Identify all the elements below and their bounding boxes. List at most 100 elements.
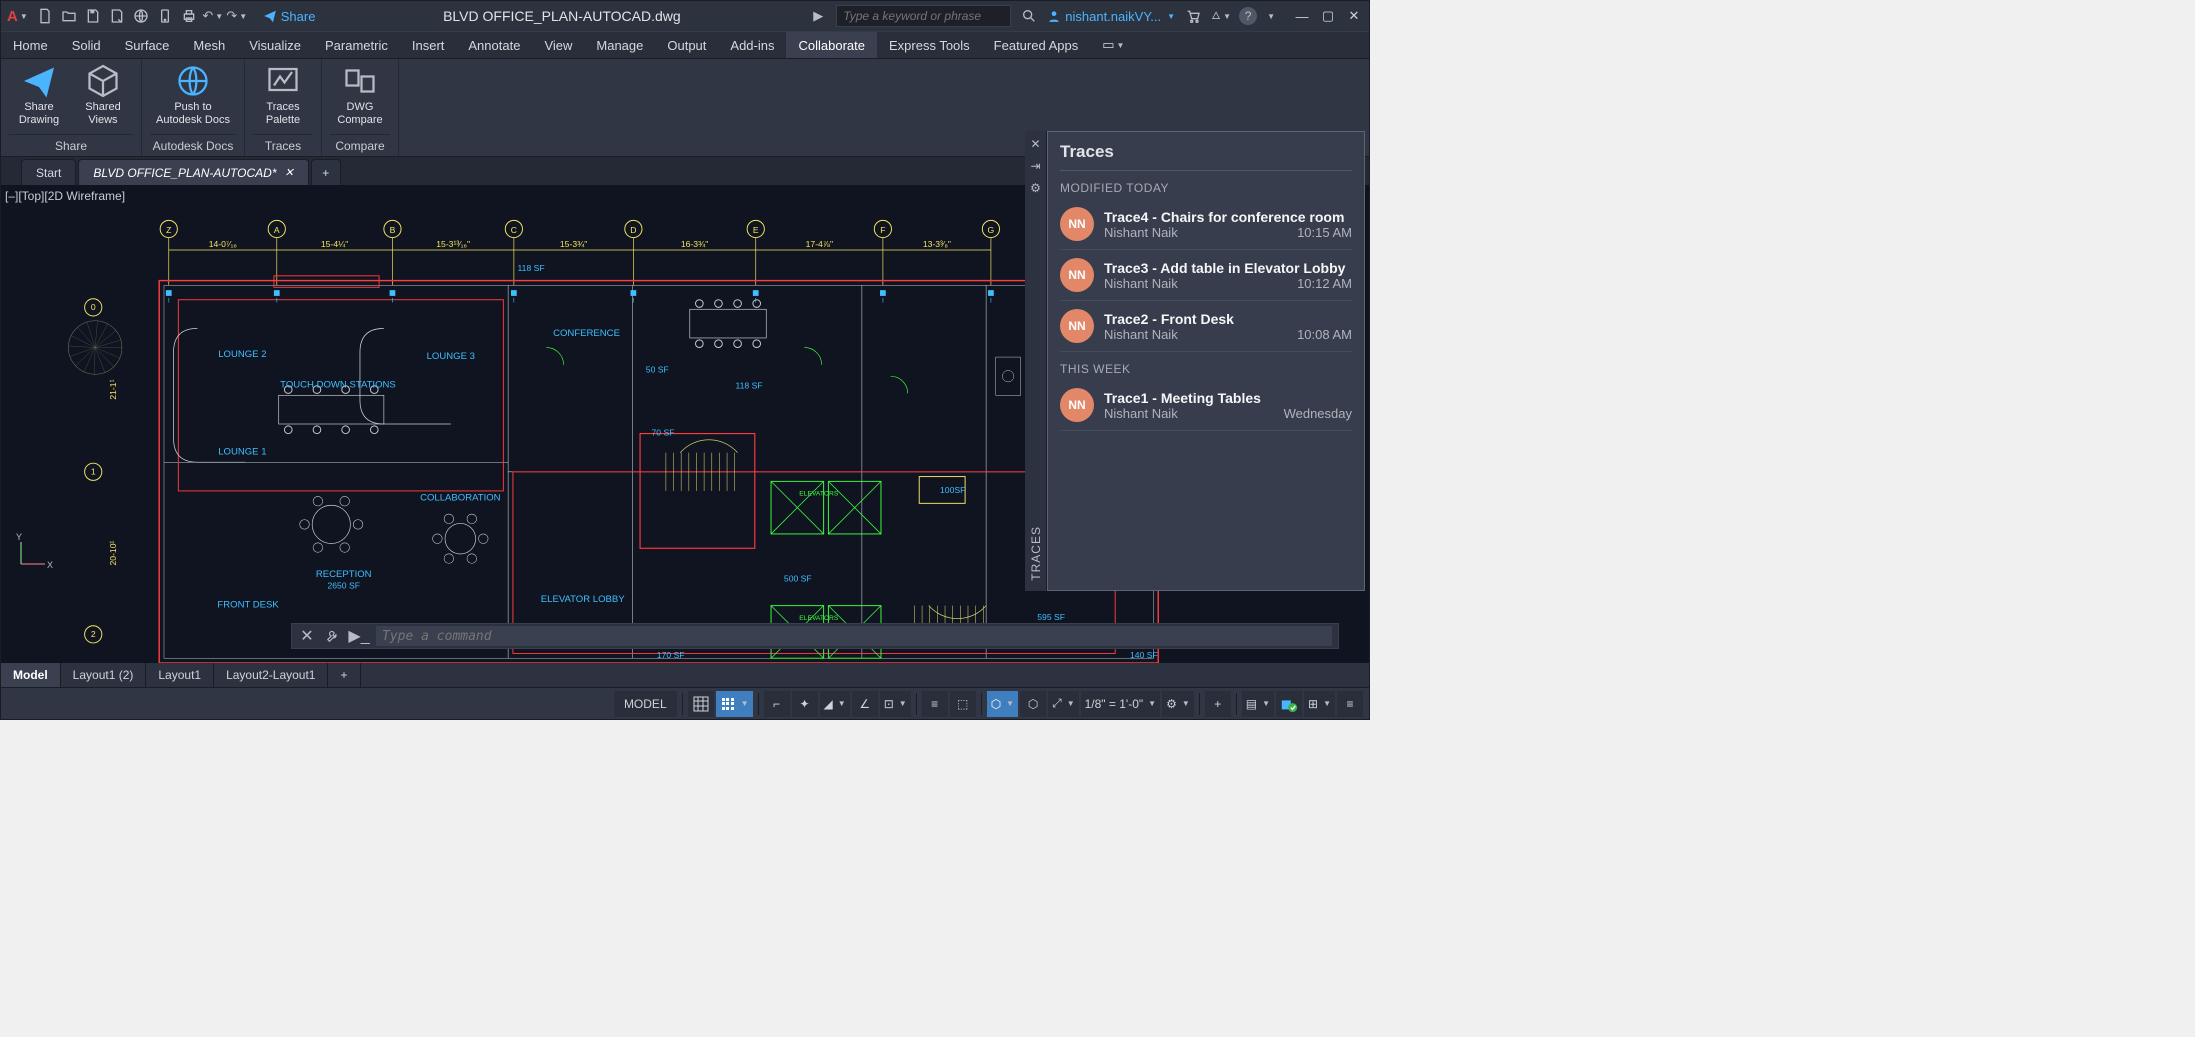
command-wrench-icon[interactable] bbox=[324, 627, 342, 645]
doc-tab-add[interactable]: + bbox=[311, 159, 341, 185]
web-icon[interactable] bbox=[131, 6, 151, 26]
status-quick-props-icon[interactable]: ▤▼ bbox=[1242, 691, 1274, 717]
status-model[interactable]: MODEL bbox=[614, 691, 677, 717]
status-transparency-icon[interactable]: ⬚ bbox=[950, 691, 976, 717]
doc-tab[interactable]: BLVD OFFICE_PLAN-AUTOCAD*✕ bbox=[78, 159, 308, 185]
status-menu-icon[interactable]: ≡ bbox=[1337, 691, 1363, 717]
layout-tab-add[interactable]: + bbox=[328, 663, 360, 687]
mobile-icon[interactable] bbox=[155, 6, 175, 26]
new-icon[interactable] bbox=[35, 6, 55, 26]
trace-title: Trace4 - Chairs for conference room bbox=[1104, 209, 1352, 225]
status-lineweight-icon[interactable]: ≡ bbox=[922, 691, 948, 717]
status-dynamic-ucs-icon[interactable]: ⬡ bbox=[1020, 691, 1046, 717]
status-angle-icon[interactable]: ∠ bbox=[852, 691, 878, 717]
menu-item-solid[interactable]: Solid bbox=[60, 32, 113, 58]
autocad-logo[interactable]: A▼ bbox=[7, 8, 28, 25]
trace-item[interactable]: NN Trace2 - Front Desk Nishant Naik10:08… bbox=[1060, 301, 1352, 352]
ribbon-btn-dwg[interactable]: DWGCompare bbox=[330, 63, 390, 134]
ribbon-group-title: Autodesk Docs bbox=[150, 134, 236, 156]
status-gear-icon[interactable]: ⚙▼ bbox=[1162, 691, 1194, 717]
ribbon-btn-share[interactable]: ShareDrawing bbox=[9, 63, 69, 134]
menu-item-visualize[interactable]: Visualize bbox=[237, 32, 313, 58]
menu-item-home[interactable]: Home bbox=[1, 32, 60, 58]
menu-item-add-ins[interactable]: Add-ins bbox=[718, 32, 786, 58]
status-trusted-icon[interactable] bbox=[1276, 691, 1302, 717]
menu-item-insert[interactable]: Insert bbox=[400, 32, 457, 58]
layout-tab[interactable]: Layout1 (2) bbox=[61, 663, 147, 687]
ribbon-overflow-icon[interactable]: ▭▼ bbox=[1090, 32, 1136, 58]
layout-tab[interactable]: Layout1 bbox=[146, 663, 214, 687]
menu-item-parametric[interactable]: Parametric bbox=[313, 32, 400, 58]
menu-item-manage[interactable]: Manage bbox=[584, 32, 655, 58]
search-icon[interactable] bbox=[1019, 6, 1039, 26]
command-input[interactable] bbox=[376, 626, 1332, 646]
ribbon-btn-traces[interactable]: TracesPalette bbox=[253, 63, 313, 134]
title-bar: A▼ ↶▼ ↷▼ Share BLVD OFFICE_PLAN-AUTOCAD.… bbox=[1, 1, 1369, 31]
palette-settings-icon[interactable]: ⚙ bbox=[1027, 179, 1045, 197]
tab-close-icon[interactable]: ✕ bbox=[285, 166, 294, 179]
svg-text:F: F bbox=[880, 225, 885, 235]
svg-text:I: I bbox=[632, 298, 634, 305]
minimize-button[interactable]: — bbox=[1291, 5, 1313, 27]
ribbon-btn-push-to[interactable]: Push toAutodesk Docs bbox=[150, 63, 236, 134]
menu-item-express-tools[interactable]: Express Tools bbox=[877, 32, 982, 58]
save-icon[interactable] bbox=[83, 6, 103, 26]
menu-item-output[interactable]: Output bbox=[655, 32, 718, 58]
status-clean-icon[interactable]: ⊞▼ bbox=[1304, 691, 1335, 717]
status-grid-icon[interactable] bbox=[688, 691, 714, 717]
status-ortho-icon[interactable]: ⌐ bbox=[764, 691, 790, 717]
menu-item-collaborate[interactable]: Collaborate bbox=[786, 32, 877, 58]
trace-item[interactable]: NN Trace1 - Meeting Tables Nishant NaikW… bbox=[1060, 380, 1352, 431]
svg-text:500 SF: 500 SF bbox=[784, 574, 812, 584]
menu-item-view[interactable]: View bbox=[532, 32, 584, 58]
svg-text:I: I bbox=[392, 298, 394, 305]
trace-item[interactable]: NN Trace3 - Add table in Elevator Lobby … bbox=[1060, 250, 1352, 301]
palette-pin-icon[interactable]: ⇥ bbox=[1027, 157, 1045, 175]
palette-close-icon[interactable]: ✕ bbox=[1027, 135, 1045, 153]
print-icon[interactable] bbox=[179, 6, 199, 26]
svg-text:595 SF: 595 SF bbox=[1037, 612, 1065, 622]
maximize-button[interactable]: ▢ bbox=[1317, 5, 1339, 27]
open-icon[interactable] bbox=[59, 6, 79, 26]
app-icon[interactable]: ▼ bbox=[1211, 6, 1231, 26]
layout-tab[interactable]: Model bbox=[1, 663, 61, 687]
status-polar-icon[interactable]: ✦ bbox=[792, 691, 818, 717]
status-scale[interactable]: 1/8" = 1'-0"▼ bbox=[1081, 691, 1160, 717]
doc-tab[interactable]: Start bbox=[21, 159, 76, 185]
search-input[interactable] bbox=[836, 5, 1011, 27]
share-button[interactable]: Share bbox=[263, 9, 316, 24]
status-snap-icon[interactable]: ▼ bbox=[716, 691, 753, 717]
close-button[interactable]: ✕ bbox=[1343, 5, 1365, 27]
layout-tab[interactable]: Layout2-Layout1 bbox=[214, 663, 328, 687]
svg-text:118 SF: 118 SF bbox=[518, 263, 545, 273]
trace-item[interactable]: NN Trace4 - Chairs for conference room N… bbox=[1060, 199, 1352, 250]
redo-icon[interactable]: ↷▼ bbox=[227, 6, 247, 26]
status-selection-icon[interactable]: ⤢▼ bbox=[1048, 691, 1079, 717]
svg-text:ELEVATOR LOBBY: ELEVATOR LOBBY bbox=[541, 594, 625, 605]
status-osnap-icon[interactable]: ⊡▼ bbox=[880, 691, 911, 717]
status-iso-icon[interactable]: ◢▼ bbox=[820, 691, 850, 717]
search-play-icon[interactable]: ▶ bbox=[808, 6, 828, 26]
help-icon[interactable]: ? bbox=[1239, 7, 1257, 25]
menu-item-surface[interactable]: Surface bbox=[113, 32, 182, 58]
svg-text:2650 SF: 2650 SF bbox=[327, 580, 360, 590]
saveas-icon[interactable] bbox=[107, 6, 127, 26]
command-close-icon[interactable]: ✕ bbox=[298, 627, 316, 645]
menu-item-annotate[interactable]: Annotate bbox=[456, 32, 532, 58]
status-add-icon[interactable]: + bbox=[1205, 691, 1231, 717]
trace-title: Trace1 - Meeting Tables bbox=[1104, 390, 1352, 406]
status-3dosnap-icon[interactable]: ⬡▼ bbox=[987, 691, 1018, 717]
menu-item-mesh[interactable]: Mesh bbox=[181, 32, 237, 58]
svg-text:Y: Y bbox=[16, 532, 22, 542]
user-menu[interactable]: nishant.naikVY... ▼ bbox=[1047, 9, 1175, 24]
svg-text:FRONT DESK: FRONT DESK bbox=[217, 600, 279, 611]
svg-text:13-3³⁄₈": 13-3³⁄₈" bbox=[923, 239, 951, 249]
svg-text:LOUNGE 1: LOUNGE 1 bbox=[218, 447, 266, 458]
ribbon-btn-shared[interactable]: SharedViews bbox=[73, 63, 133, 134]
cart-icon[interactable] bbox=[1183, 6, 1203, 26]
undo-icon[interactable]: ↶▼ bbox=[203, 6, 223, 26]
menu-item-featured-apps[interactable]: Featured Apps bbox=[982, 32, 1091, 58]
svg-text:I: I bbox=[755, 298, 757, 305]
ribbon-group-traces: TracesPaletteTraces bbox=[245, 59, 322, 156]
layout-tabs: ModelLayout1 (2)Layout1Layout2-Layout1+ bbox=[1, 663, 1369, 687]
